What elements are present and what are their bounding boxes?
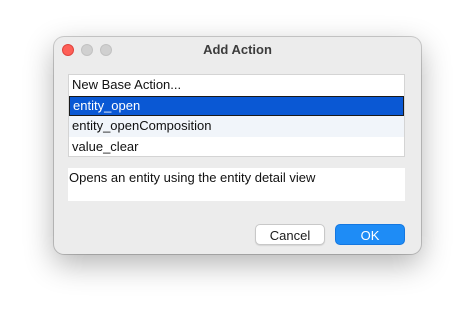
list-item-entity-open[interactable]: entity_open [69, 95, 404, 116]
add-action-dialog: Add Action New Base Action... entity_ope… [54, 37, 421, 254]
cancel-button[interactable]: Cancel [255, 224, 325, 245]
window-title: Add Action [203, 42, 272, 57]
ok-button[interactable]: OK [335, 224, 405, 245]
list-item-value-clear[interactable]: value_clear [69, 137, 404, 158]
action-list[interactable]: New Base Action... entity_open entity_op… [68, 74, 405, 157]
list-item-new-base-action[interactable]: New Base Action... [69, 75, 404, 96]
title-bar: Add Action [54, 37, 421, 63]
action-description: Opens an entity using the entity detail … [68, 168, 405, 201]
list-item-entity-open-composition[interactable]: entity_openComposition [69, 116, 404, 137]
